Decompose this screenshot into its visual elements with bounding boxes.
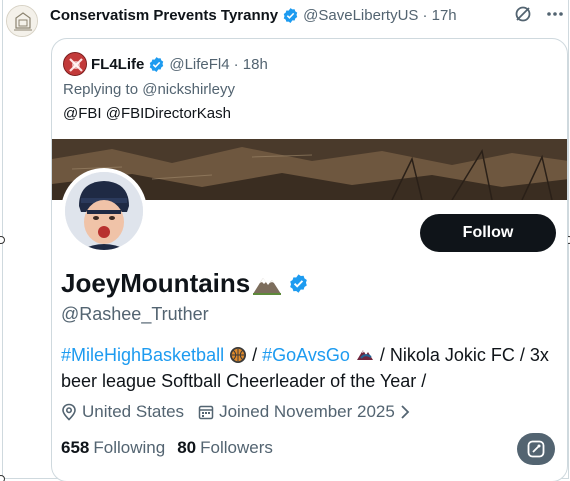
profile-picture[interactable] bbox=[61, 168, 147, 254]
replying-to-handle[interactable]: @nickshirleyy bbox=[142, 81, 235, 98]
quoted-author-avatar[interactable] bbox=[63, 52, 87, 76]
quoted-post[interactable]: FL4Life @LifeFl4 · 18h Replying to @nick… bbox=[51, 38, 568, 481]
chevron-right-icon[interactable] bbox=[399, 404, 411, 420]
post-time[interactable]: · 17h bbox=[422, 7, 456, 24]
quoted-time[interactable]: · 18h bbox=[234, 56, 268, 73]
selection-handle-bottom-left[interactable] bbox=[0, 475, 5, 481]
quoted-author-handle[interactable]: @LifeFl4 bbox=[169, 56, 229, 73]
grok-icon[interactable] bbox=[514, 5, 532, 27]
grok-compose-icon bbox=[527, 440, 545, 458]
quoted-text: @FBI @FBIDirectorKash bbox=[63, 105, 231, 122]
followers-count: 80 bbox=[177, 438, 197, 457]
post-actions-top bbox=[514, 5, 564, 27]
following-count: 658 bbox=[61, 438, 90, 457]
verified-badge-icon bbox=[290, 274, 308, 293]
grok-floating-button[interactable] bbox=[517, 433, 555, 465]
quoted-author-name[interactable]: FL4Life bbox=[91, 56, 144, 73]
follow-button[interactable]: Follow bbox=[420, 214, 556, 252]
replying-prefix: Replying to bbox=[63, 81, 139, 98]
basketball-emoji-icon bbox=[230, 347, 247, 363]
following-link[interactable]: 658 Following bbox=[61, 438, 177, 458]
mountain-emoji-icon bbox=[253, 277, 282, 295]
hashtag-milehighbasketball[interactable]: #MileHighBasketball bbox=[61, 345, 224, 365]
profile-handle[interactable]: @Rashee_Truther bbox=[61, 304, 209, 325]
verified-badge-icon bbox=[150, 56, 164, 72]
avalanche-logo-icon bbox=[356, 350, 373, 360]
profile-counts: 658 Following 80 Followers bbox=[61, 438, 285, 458]
profile-location: United States bbox=[82, 402, 185, 421]
profile-bio: #MileHighBasketball / #GoAvsGo / Nikola … bbox=[61, 342, 561, 394]
location-icon bbox=[62, 403, 76, 421]
verified-badge-icon bbox=[283, 7, 298, 23]
hashtag-goavsgo[interactable]: #GoAvsGo bbox=[262, 345, 350, 365]
followers-label: Followers bbox=[200, 438, 273, 457]
display-name-text: JoeyMountains bbox=[61, 268, 251, 298]
author-name[interactable]: Conservatism Prevents Tyranny bbox=[50, 7, 278, 24]
author-handle[interactable]: @SaveLibertyUS bbox=[303, 7, 418, 24]
profile-joined: Joined November 2025 bbox=[219, 402, 395, 421]
post-header: Conservatism Prevents Tyranny @SaveLiber… bbox=[50, 5, 457, 25]
bio-separator: / bbox=[247, 345, 263, 365]
replying-to-line: Replying to @nickshirleyy bbox=[63, 81, 235, 98]
profile-card[interactable]: Follow JoeyMountains @Rashee_Truther #Mi… bbox=[52, 139, 567, 481]
profile-display-name[interactable]: JoeyMountains bbox=[61, 268, 313, 299]
author-avatar[interactable] bbox=[6, 5, 38, 37]
quoted-header: FL4Life @LifeFl4 · 18h bbox=[63, 52, 268, 76]
calendar-icon bbox=[198, 405, 214, 420]
profile-meta: United States Joined November 2025 bbox=[61, 402, 411, 422]
following-label: Following bbox=[93, 438, 166, 457]
followers-link[interactable]: 80 Followers bbox=[177, 438, 285, 458]
more-icon[interactable] bbox=[546, 5, 564, 27]
